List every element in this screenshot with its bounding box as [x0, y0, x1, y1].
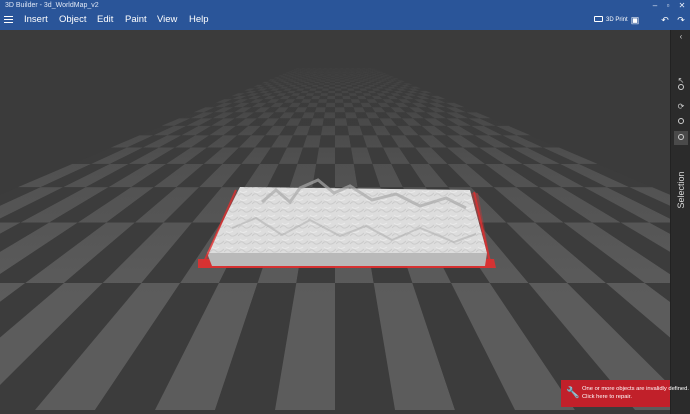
repair-notification[interactable]: 🔧 One or more objects are invalidly defi… — [561, 380, 689, 407]
window-title: 3D Builder - 3d_WorldMap_v2 — [5, 2, 99, 9]
map-front-face — [207, 253, 487, 266]
right-sidebar: ‹ ↖ ⟳ Selection — [670, 30, 690, 414]
notification-message: One or more objects are invalidly define… — [582, 386, 689, 392]
close-icon[interactable]: ✕ — [675, 0, 689, 11]
menu-insert[interactable]: Insert — [24, 14, 48, 26]
3d-print-icon — [594, 16, 603, 23]
maximize-icon[interactable]: ▫ — [661, 0, 675, 11]
3d-viewport[interactable] — [0, 30, 670, 414]
redo-icon[interactable]: ↷ — [675, 14, 687, 26]
hamburger-menu-icon[interactable] — [4, 16, 13, 24]
menu-edit[interactable]: Edit — [97, 14, 113, 26]
menu-view[interactable]: View — [157, 14, 177, 26]
wrench-icon: 🔧 — [566, 387, 580, 399]
3d-print-button[interactable]: 3D Print — [594, 14, 628, 26]
scene-canvas[interactable] — [0, 30, 670, 414]
rotate-tool-icon[interactable]: ⟳ — [674, 100, 688, 114]
menu-help[interactable]: Help — [189, 14, 209, 26]
chevron-left-icon[interactable]: ‹ — [674, 30, 688, 44]
repair-link[interactable]: Click here to repair. — [582, 394, 632, 401]
save-icon[interactable]: ▣ — [629, 14, 641, 26]
3d-print-label: 3D Print — [606, 17, 628, 23]
selection-tool-icon[interactable] — [674, 131, 688, 145]
move-tool-icon[interactable] — [674, 81, 688, 95]
minimize-icon[interactable]: – — [648, 0, 662, 11]
menu-paint[interactable]: Paint — [125, 14, 147, 26]
world-map-model[interactable] — [198, 178, 496, 268]
scale-tool-icon[interactable] — [674, 115, 688, 129]
app-window: 3D Builder - 3d_WorldMap_v2 – ▫ ✕ Insert… — [0, 0, 690, 414]
menu-bar: Insert Object Edit Paint View Help 3D Pr… — [0, 11, 690, 30]
menu-object[interactable]: Object — [59, 14, 86, 26]
title-bar: 3D Builder - 3d_WorldMap_v2 – ▫ ✕ — [0, 0, 690, 11]
selection-panel-label[interactable]: Selection — [676, 171, 686, 208]
undo-icon[interactable]: ↶ — [659, 14, 671, 26]
